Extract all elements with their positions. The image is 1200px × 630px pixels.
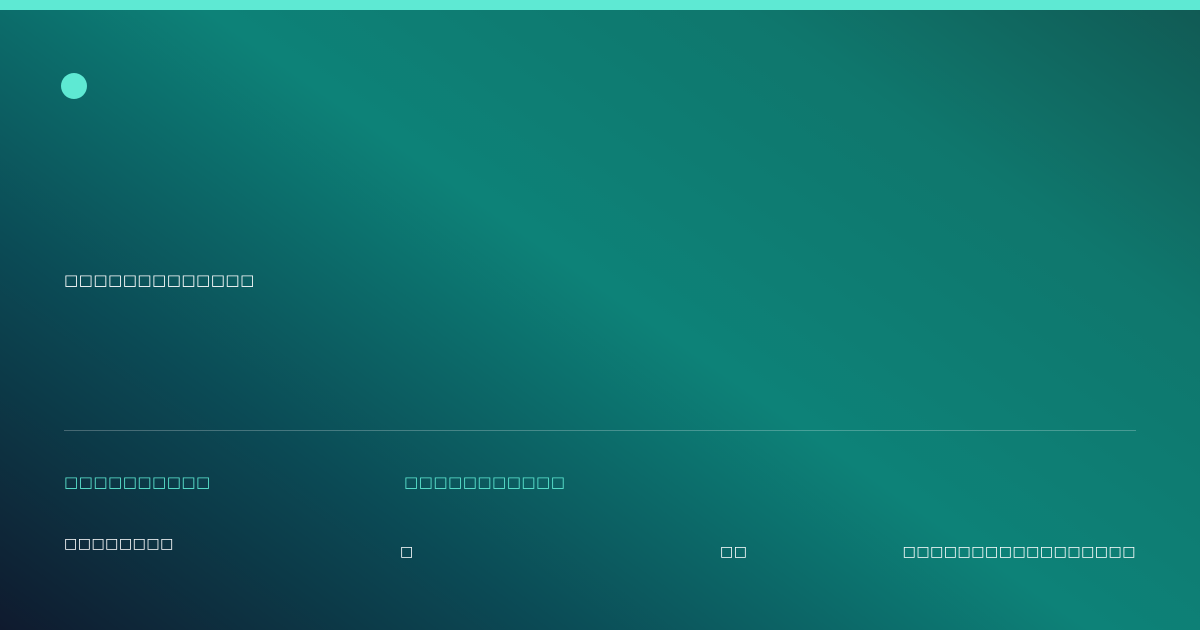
- headline: □□□□□□□□□□□□□: [64, 271, 255, 289]
- footer-text-right: □□□□□□□□□□□□□□□□□: [902, 544, 1136, 560]
- divider: [64, 430, 1136, 431]
- meta-label-left: □□□□□□□□□□: [64, 473, 211, 491]
- footer-text-mid: □: [400, 544, 414, 560]
- top-accent-bar: [0, 0, 1200, 10]
- footer-text-center: □□: [720, 544, 748, 560]
- logo-dot-icon: [61, 73, 87, 99]
- footer-text-left: □□□□□□□□: [64, 536, 174, 552]
- meta-label-mid: □□□□□□□□□□□: [404, 473, 566, 491]
- social-card: □□□□□□□□□□□□□ □□□□□□□□□□ □□□□□□□□□□□ □□□…: [0, 0, 1200, 630]
